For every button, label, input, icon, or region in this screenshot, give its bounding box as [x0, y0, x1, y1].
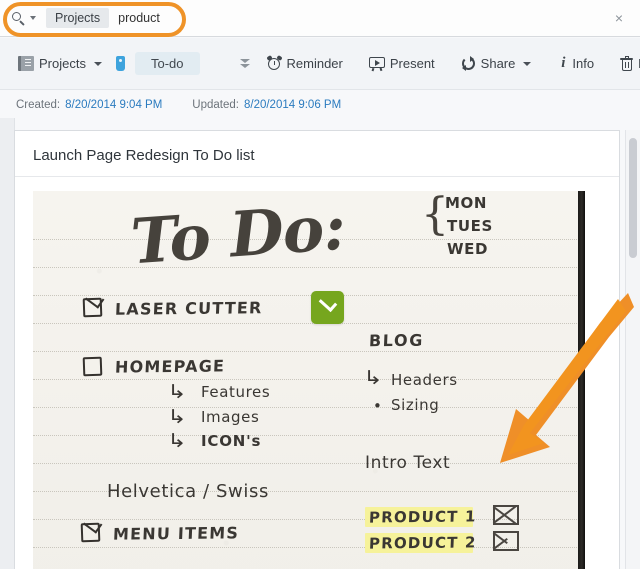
bullet-dot-icon: •: [373, 397, 383, 415]
search-scope-chip[interactable]: Projects: [46, 8, 110, 28]
search-scope-button[interactable]: [12, 11, 36, 26]
reminder-button[interactable]: Reminder: [265, 52, 345, 75]
arrow-hook-icon: ↳: [167, 406, 187, 428]
alarm-clock-icon: [265, 54, 283, 71]
notebook-icon: [18, 56, 34, 71]
schedule-mon: MON: [445, 194, 488, 212]
tag-todo[interactable]: To-do: [134, 52, 200, 75]
tag-icon: [115, 56, 125, 71]
box-product-1: [493, 505, 519, 525]
arrow-hook-icon: ↳: [363, 367, 383, 389]
item-features: Features: [201, 383, 271, 401]
chevron-down-icon: [30, 16, 36, 20]
handwriting-heading: To Do:: [128, 191, 348, 279]
chevron-down-icon: [523, 61, 532, 66]
note-panel: Launch Page Redesign To Do list To Do: {…: [14, 130, 620, 569]
arrow-hook-icon: ↳: [167, 430, 187, 452]
present-button[interactable]: Present: [367, 52, 437, 75]
note-title[interactable]: Launch Page Redesign To Do list: [15, 131, 619, 177]
search-bar[interactable]: Projects product ×: [0, 0, 640, 37]
note-body[interactable]: To Do: { MON TUES WED LASER CUTTER HOMEP…: [15, 183, 619, 569]
item-product-2: PRODUCT 2: [368, 533, 478, 553]
notebook-spine-edge: [578, 191, 585, 569]
scrollbar-thumb[interactable]: [629, 138, 637, 258]
checkbox-menu-items: [80, 515, 103, 543]
notebook-selector[interactable]: Projects: [16, 52, 104, 75]
share-button[interactable]: Share: [459, 52, 534, 75]
notebook-label: Projects: [39, 56, 86, 71]
note-meta-row: Created: 8/20/2014 9:04 PM Updated: 8/20…: [0, 91, 640, 118]
item-headers: Headers: [391, 371, 458, 389]
chevron-down-icon: [93, 61, 102, 66]
trash-icon: [620, 56, 634, 71]
delete-button[interactable]: Delete: [618, 52, 640, 75]
share-label: Share: [480, 56, 516, 71]
checkbox-homepage: [82, 356, 103, 377]
expand-toolbar-button[interactable]: [238, 52, 253, 75]
projector-screen-icon: [368, 56, 385, 71]
search-input[interactable]: product: [118, 11, 612, 25]
item-product-1: PRODUCT 1: [368, 507, 478, 527]
share-circle-icon: [461, 56, 476, 71]
reminder-label: Reminder: [286, 56, 343, 71]
info-button[interactable]: i Info: [557, 52, 596, 75]
checkbox-laser-cutter: [82, 290, 105, 318]
created-label: Created:: [16, 98, 61, 111]
updated-value[interactable]: 8/20/2014 9:06 PM: [244, 99, 341, 111]
created-value[interactable]: 8/20/2014 9:04 PM: [65, 99, 162, 111]
item-menu-items: MENU ITEMS: [112, 523, 240, 544]
handwritten-note-image[interactable]: To Do: { MON TUES WED LASER CUTTER HOMEP…: [33, 191, 585, 569]
note-toolbar: Projects To-do Reminder Present Share i …: [0, 38, 640, 90]
green-check-badge: [311, 291, 344, 324]
item-laser-cutter: LASER CUTTER: [114, 298, 263, 319]
arrow-hook-icon: ↳: [167, 381, 187, 403]
schedule-wed: WED: [447, 240, 489, 258]
info-label: Info: [572, 56, 595, 71]
clear-search-icon[interactable]: ×: [612, 11, 626, 25]
left-gutter: [0, 118, 15, 569]
item-sizing: Sizing: [391, 396, 440, 414]
item-helvetica-swiss: Helvetica / Swiss: [107, 481, 269, 502]
info-i-icon: i: [561, 55, 566, 71]
vertical-scrollbar[interactable]: [625, 130, 640, 569]
item-homepage: HOMEPAGE: [114, 356, 226, 377]
tag-icon-button[interactable]: [114, 52, 127, 75]
chevrons-down-icon: [239, 56, 251, 71]
search-icon: [12, 11, 25, 26]
evernote-note-window: Projects product × Projects To-do Remind…: [0, 0, 640, 569]
box-product-2: [493, 531, 519, 551]
updated-label: Updated:: [192, 98, 239, 111]
item-images: Images: [201, 408, 260, 426]
item-blog: BLOG: [368, 330, 425, 351]
schedule-tues: TUES: [447, 217, 493, 235]
item-intro-text: Intro Text: [365, 453, 451, 473]
present-label: Present: [389, 56, 435, 71]
item-icons: ICON's: [201, 432, 262, 450]
